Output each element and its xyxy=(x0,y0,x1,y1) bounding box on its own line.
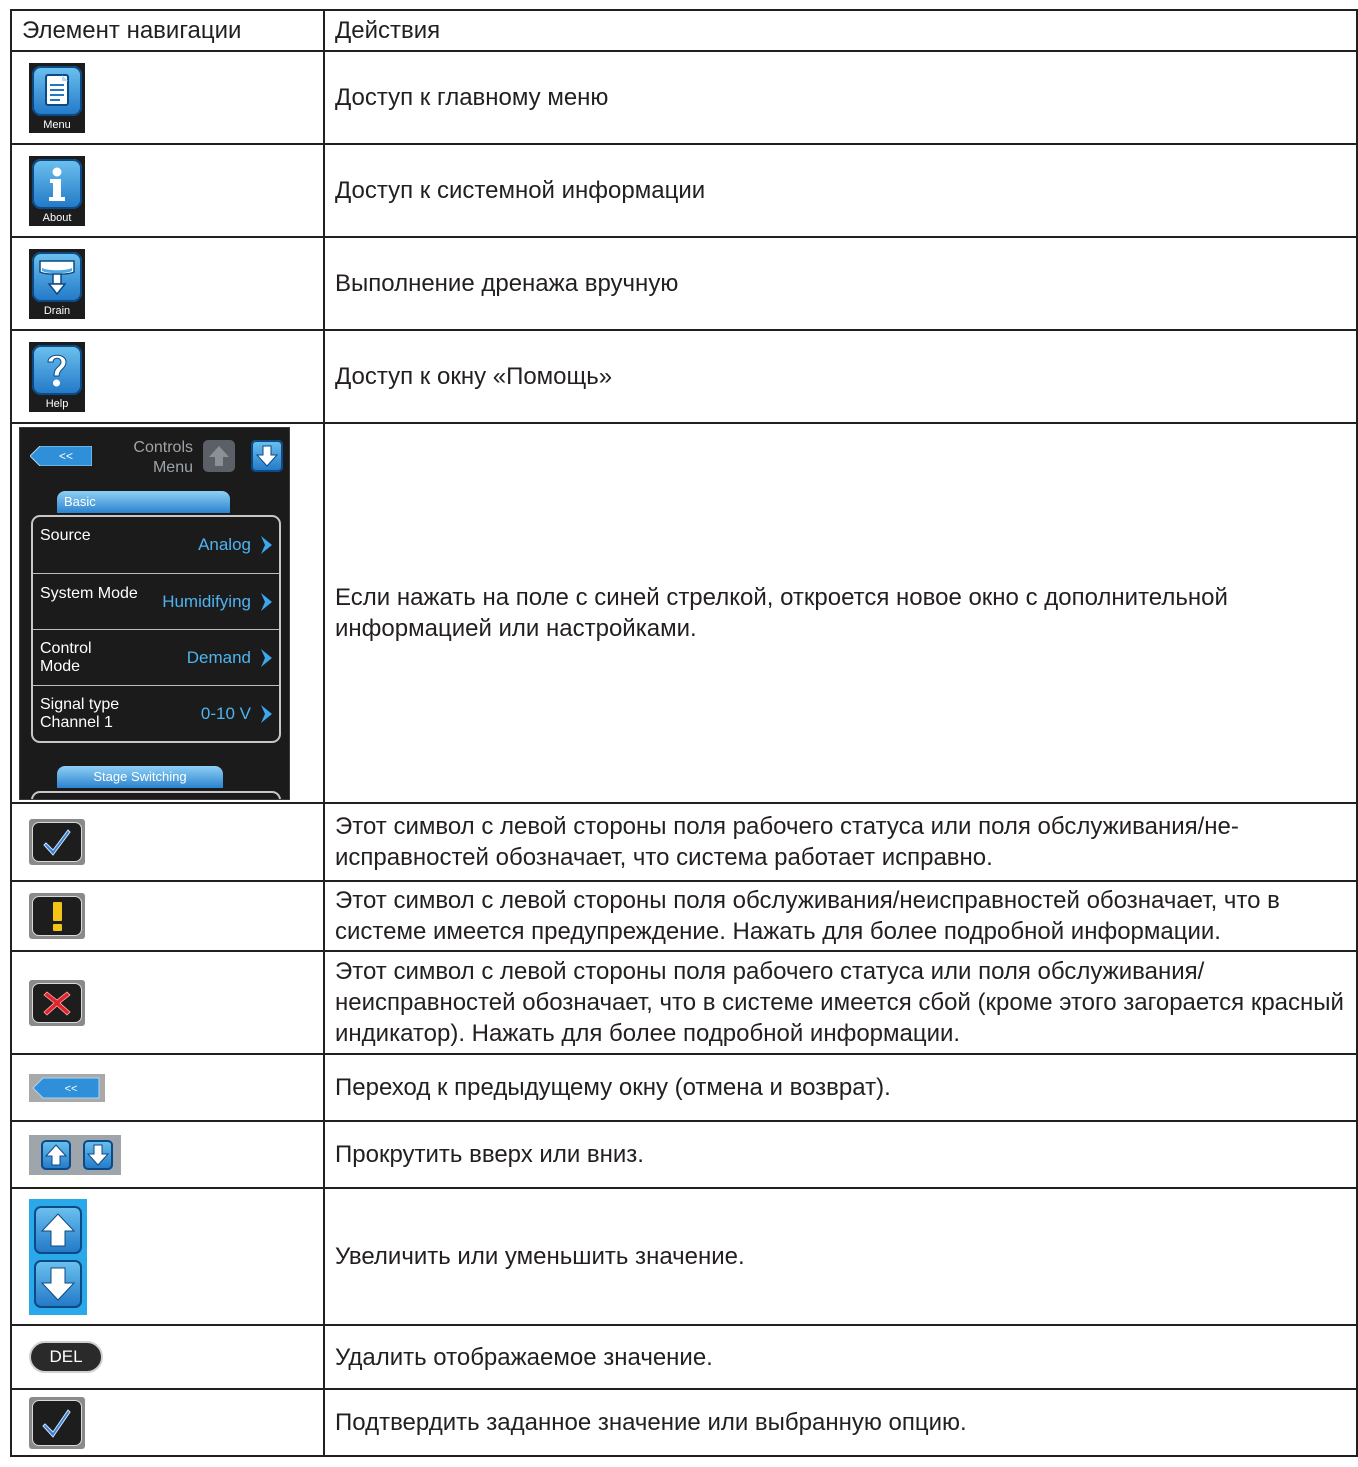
decrease-button[interactable] xyxy=(34,1259,82,1308)
back-arrow-icon: << xyxy=(32,1077,100,1098)
delete-label: DEL xyxy=(49,1347,83,1366)
table-row: Подтвердить заданное значение или выбран… xyxy=(10,1388,1358,1457)
help-icon xyxy=(32,344,82,395)
table-header-row: Элемент навигации Действия xyxy=(10,9,1358,52)
row-text: Увеличить или уменьшить значение. xyxy=(323,1187,1358,1326)
arrow-down-icon xyxy=(40,1267,76,1301)
scroll-up-button[interactable] xyxy=(203,439,235,472)
drain-icon xyxy=(32,251,82,302)
error-status-button[interactable] xyxy=(29,979,85,1026)
row-text: Переход к предыдущему окну (отмена и воз… xyxy=(323,1053,1358,1122)
header-navigation-element: Элемент навигации xyxy=(10,9,325,52)
row-text: Если нажать на поле с синей стрелкой, от… xyxy=(323,422,1358,804)
row-text: Удалить отображаемое значение. xyxy=(323,1324,1358,1390)
row-text: Выполнение дренажа вручную xyxy=(323,236,1358,331)
navigation-elements-table: Элемент навигации Действия Menu Доступ к… xyxy=(10,9,1358,1457)
item-value: Humidifying xyxy=(162,591,251,611)
arrow-down-icon xyxy=(86,1144,110,1166)
row-text: Подтвердить заданное значение или выбран… xyxy=(323,1388,1358,1457)
menu-icon xyxy=(32,65,82,116)
tab-stage-switching[interactable]: Stage Switching xyxy=(57,765,223,788)
table-row: Menu Доступ к главному меню xyxy=(10,50,1358,145)
item-label: Control Mode xyxy=(40,639,92,675)
drain-button[interactable]: Drain xyxy=(29,248,85,319)
list-item[interactable]: Control Mode Demand xyxy=(33,628,279,686)
table-row: Этот символ с левой стороны поля рабочег… xyxy=(10,950,1358,1055)
check-status-icon xyxy=(32,822,82,862)
table-row: Drain Выполнение дренажа вручную xyxy=(10,236,1358,331)
back-label: << xyxy=(65,1083,78,1095)
table-row: Прокрутить вверх или вниз. xyxy=(10,1120,1358,1189)
drain-caption: Drain xyxy=(43,304,71,317)
arrow-up-icon xyxy=(209,445,229,466)
chevron-right-icon xyxy=(261,535,272,554)
warning-status-button[interactable] xyxy=(29,893,85,939)
item-value: Analog xyxy=(198,534,251,554)
chevron-right-icon xyxy=(261,704,272,723)
back-button[interactable]: << xyxy=(30,445,92,466)
item-label: System Mode xyxy=(40,584,138,602)
table-row: << Переход к предыдущему окну (отмена и … xyxy=(10,1053,1358,1122)
item-value: Demand xyxy=(186,647,251,667)
confirm-button[interactable] xyxy=(29,1396,85,1449)
screen-title: Controls Menu xyxy=(133,438,193,476)
row-text: Доступ к окну «Помощь» xyxy=(323,329,1358,424)
help-button[interactable]: Help xyxy=(29,341,85,412)
list-item[interactable]: Signal type Channel 1 0-10 V xyxy=(33,684,279,742)
menu-caption: Menu xyxy=(43,118,71,131)
list-item[interactable]: Source Analog xyxy=(33,517,279,573)
row-text: Этот символ с левой стороны поля рабочег… xyxy=(323,802,1358,882)
back-button-label: << xyxy=(59,449,73,463)
back-button[interactable]: << xyxy=(29,1073,105,1102)
increase-button[interactable] xyxy=(34,1205,82,1254)
help-caption: Help xyxy=(45,397,69,410)
row-text: Этот символ с левой стороны поля обслужи… xyxy=(323,880,1358,952)
scroll-up-button[interactable] xyxy=(41,1139,71,1170)
arrow-up-icon xyxy=(44,1143,68,1165)
warning-status-icon xyxy=(32,896,82,936)
about-info-icon xyxy=(32,158,82,209)
item-label: Source xyxy=(40,526,91,544)
header-actions: Действия xyxy=(323,9,1358,52)
chevron-right-icon xyxy=(261,648,272,667)
list-item[interactable]: System Mode Humidifying xyxy=(33,572,279,630)
arrow-up-icon xyxy=(40,1212,76,1246)
settings-panel: Source Analog System Mode Humidifying Co… xyxy=(31,514,281,743)
settings-panel-2 xyxy=(31,790,281,799)
about-button[interactable]: About xyxy=(29,155,85,226)
row-text: Доступ к системной информации xyxy=(323,143,1358,238)
tab-basic[interactable]: Basic xyxy=(57,490,230,513)
scroll-up-down-icon xyxy=(29,1134,121,1175)
row-text: Доступ к главному меню xyxy=(323,50,1358,145)
table-row: Увеличить или уменьшить значение. xyxy=(10,1187,1358,1326)
row-text: Прокрутить вверх или вниз. xyxy=(323,1120,1358,1189)
confirm-check-icon xyxy=(32,1399,82,1446)
chevron-right-icon xyxy=(261,592,272,611)
scroll-down-button[interactable] xyxy=(83,1139,113,1170)
scroll-down-button[interactable] xyxy=(251,439,283,472)
delete-button-icon[interactable]: DEL xyxy=(29,1341,103,1373)
table-row: Этот символ с левой стороны поля обслужи… xyxy=(10,880,1358,952)
table-row: Help Доступ к окну «Помощь» xyxy=(10,329,1358,424)
item-label: Signal type Channel 1 xyxy=(40,695,120,731)
increase-decrease-icon xyxy=(29,1198,87,1315)
menu-button[interactable]: Menu xyxy=(29,62,85,133)
table-row: << Controls Menu Basic Source Analog Sys… xyxy=(10,422,1358,804)
controls-menu-screen: << Controls Menu Basic Source Analog Sys… xyxy=(19,426,290,800)
error-status-icon xyxy=(32,982,82,1023)
about-caption: About xyxy=(42,211,72,224)
table-row: DEL Удалить отображаемое значение. xyxy=(10,1324,1358,1390)
item-value: 0-10 V xyxy=(200,703,251,723)
table-row: About Доступ к системной информации xyxy=(10,143,1358,238)
arrow-down-icon xyxy=(255,445,279,467)
check-status-button[interactable] xyxy=(29,819,85,865)
table-row: Этот символ с левой стороны поля рабочег… xyxy=(10,802,1358,882)
row-text: Этот символ с левой стороны поля рабочег… xyxy=(323,950,1358,1055)
